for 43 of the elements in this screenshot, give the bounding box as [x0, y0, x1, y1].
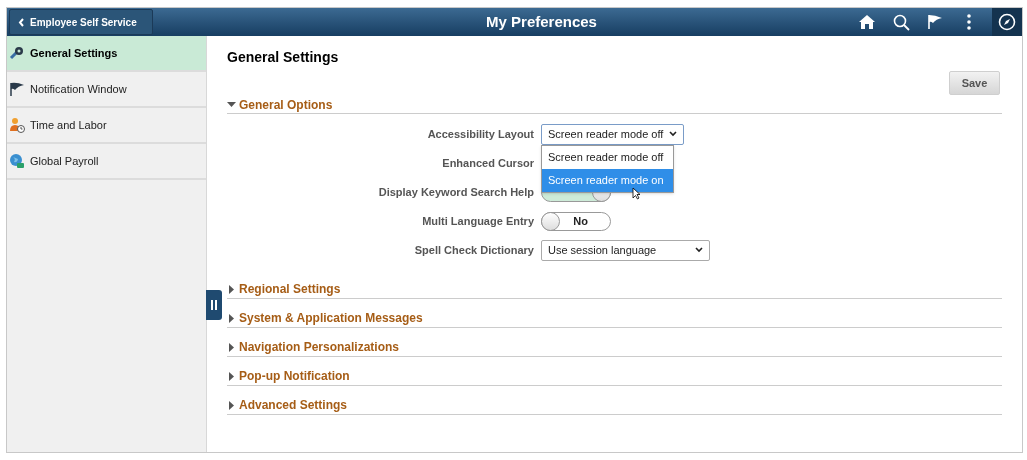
- group-header[interactable]: Pop-up Notification: [227, 367, 1002, 386]
- compass-icon: [998, 13, 1016, 31]
- group-header[interactable]: Navigation Personalizations: [227, 338, 1002, 357]
- caret-right-icon: [229, 313, 234, 323]
- sidebar-item[interactable]: General Settings: [7, 36, 206, 72]
- field-label: Multi Language Entry: [421, 213, 534, 229]
- section-heading: General Settings: [227, 48, 340, 67]
- toggle-switch[interactable]: No: [541, 211, 611, 231]
- field-label: Enhanced Cursor: [441, 155, 534, 171]
- caret-right-icon: [229, 371, 234, 381]
- select-field[interactable]: Use session language: [541, 239, 710, 261]
- field-label: Accessibility Layout: [426, 126, 534, 142]
- select-field[interactable]: Screen reader mode off: [541, 123, 685, 145]
- group-header[interactable]: System & Application Messages: [227, 309, 1002, 328]
- caret-right-icon: [229, 342, 234, 352]
- collapse-handle[interactable]: [206, 290, 222, 320]
- caret-right-icon: [229, 284, 234, 294]
- group-header[interactable]: Regional Settings: [227, 280, 1002, 299]
- person-clock-icon: [9, 117, 25, 133]
- search-icon: [892, 13, 910, 31]
- chevron-down-icon: [669, 131, 678, 137]
- caret-down-icon: [227, 101, 236, 108]
- compass-button[interactable]: [992, 8, 1022, 36]
- back-button[interactable]: Employee Self Service: [9, 9, 153, 35]
- pause-icon: [211, 300, 217, 310]
- page-title: My Preferences: [485, 11, 597, 32]
- group-header[interactable]: Advanced Settings: [227, 396, 1002, 415]
- group-header[interactable]: General Options: [227, 96, 1002, 114]
- field-label: Spell Check Dictionary: [413, 242, 534, 258]
- chevron-down-icon: [695, 247, 703, 253]
- tools-icon: [9, 45, 25, 61]
- sidebar-item[interactable]: Time and Labor: [7, 108, 206, 144]
- save-button[interactable]: Save: [949, 71, 1000, 95]
- chevron-left-icon: [18, 17, 25, 27]
- home-icon: [858, 14, 876, 30]
- sidebar-item[interactable]: Global Payroll: [7, 144, 206, 180]
- dropdown-option[interactable]: Screen reader mode off: [542, 145, 673, 169]
- caret-right-icon: [229, 400, 234, 410]
- flag-icon: [927, 14, 943, 30]
- sidebar-item[interactable]: Notification Window: [7, 72, 206, 108]
- field-label: Display Keyword Search Help: [377, 184, 534, 200]
- flag-icon: [9, 81, 25, 97]
- more-icon: [967, 14, 971, 30]
